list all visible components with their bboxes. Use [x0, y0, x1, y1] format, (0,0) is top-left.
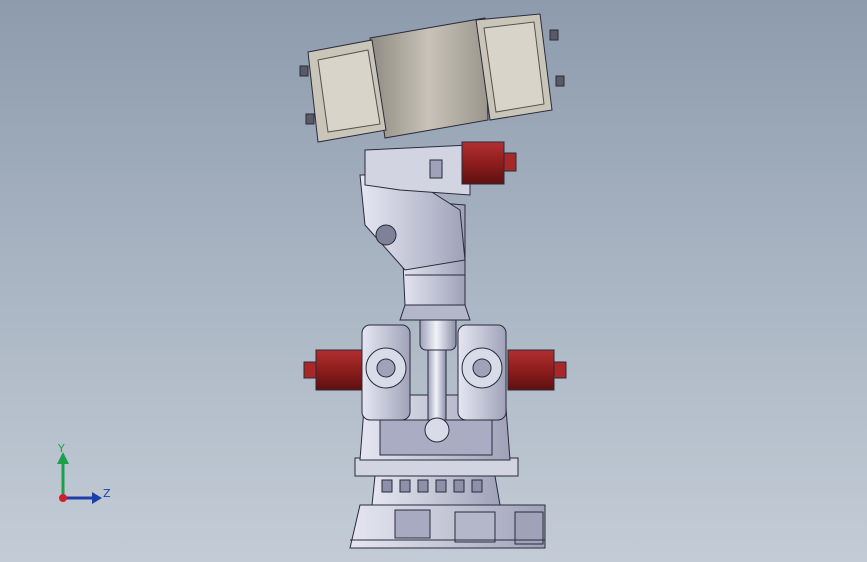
3d-viewport[interactable]: Y Z	[0, 0, 867, 562]
shoulder-housing-right	[457, 324, 507, 421]
end-effector-gripper	[299, 13, 565, 143]
triad-axes	[57, 452, 102, 504]
robot-base	[349, 475, 546, 549]
shoulder-housing-left	[361, 324, 411, 421]
robot-arm-model[interactable]	[0, 0, 867, 562]
coordinate-triad: Y Z	[40, 438, 130, 518]
upper-arm	[359, 144, 471, 271]
z-axis-arrow	[92, 492, 102, 504]
wrist-motor	[461, 141, 517, 185]
y-axis-label: Y	[58, 442, 65, 455]
triad-origin	[59, 494, 67, 502]
shoulder-motor-right	[507, 349, 567, 391]
shoulder-motor-left	[303, 349, 363, 391]
z-axis-label: Z	[103, 487, 111, 500]
